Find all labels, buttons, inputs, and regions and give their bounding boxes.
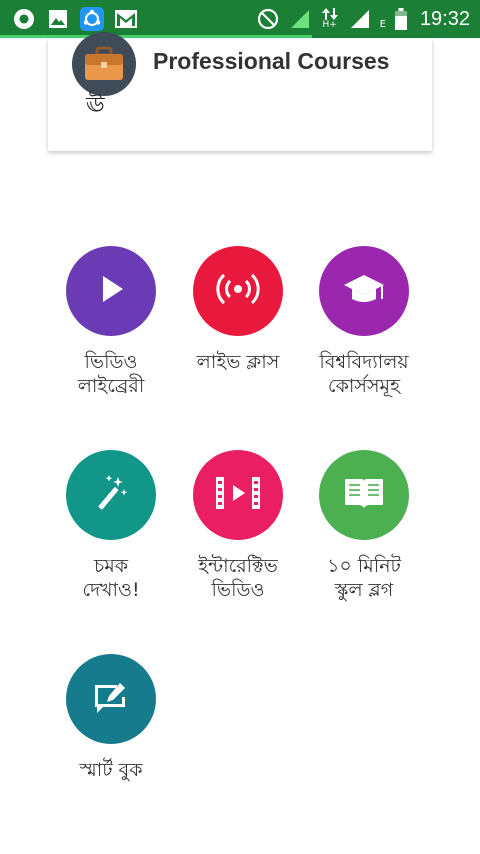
data-arrows-icon: H+ xyxy=(320,7,340,31)
briefcase-icon xyxy=(72,32,136,96)
tile-circle[interactable] xyxy=(193,246,283,336)
network-type-label: E xyxy=(379,18,386,30)
tile-label: স্মার্ট বুক xyxy=(79,759,143,781)
tile-university-courses[interactable]: বিশ্ববিদ্যালয় কোর্সসমূহ xyxy=(299,246,429,398)
tile-chomok-dekhao[interactable]: চমক দেখাও! xyxy=(46,450,176,602)
tile-label: ১০ মিনিট স্কুল ব্লগ xyxy=(327,555,401,601)
tile-circle[interactable] xyxy=(66,654,156,744)
open-book-icon xyxy=(342,475,386,515)
tile-circle[interactable] xyxy=(319,246,409,336)
gmail-icon xyxy=(114,7,138,31)
tile-label: ইন্টারেক্টিভ ভিডিও xyxy=(198,555,278,601)
tile-label: লাইভ ক্লাস xyxy=(196,351,280,373)
tile-circle[interactable] xyxy=(319,450,409,540)
live-broadcast-icon xyxy=(214,271,262,311)
gallery-icon xyxy=(46,7,70,31)
tile-label: চমক দেখাও! xyxy=(82,555,140,601)
card-glyph: ঊ xyxy=(86,93,105,118)
status-bar: H+ E 19:32 xyxy=(0,0,480,38)
interactive-video-icon xyxy=(214,475,262,515)
magic-wand-icon xyxy=(91,473,131,517)
professional-courses-card[interactable]: ঊ Professional Courses xyxy=(48,32,432,151)
record-icon xyxy=(12,7,36,31)
tile-smart-book[interactable]: স্মার্ট বুক xyxy=(46,654,176,782)
tile-label: বিশ্ববিদ্যালয় কোর্সসমূহ xyxy=(319,351,409,397)
battery-icon xyxy=(394,7,408,31)
tile-label: ভিডিও লাইব্রেরী xyxy=(77,351,145,397)
no-disturb-icon xyxy=(256,7,280,31)
tile-circle[interactable] xyxy=(66,450,156,540)
signal-icon-2 xyxy=(348,7,372,31)
signal-icon xyxy=(288,7,312,31)
play-icon xyxy=(93,271,129,311)
tile-interactive-video[interactable]: ইন্টারেক্টিভ ভিডিও xyxy=(173,450,303,602)
edit-note-icon xyxy=(91,679,131,719)
tile-video-library[interactable]: ভিডিও লাইব্রেরী xyxy=(46,246,176,398)
tile-circle[interactable] xyxy=(193,450,283,540)
tile-circle[interactable] xyxy=(66,246,156,336)
card-title: Professional Courses xyxy=(153,48,390,74)
sync-icon xyxy=(80,7,104,31)
tile-live-class[interactable]: লাইভ ক্লাস xyxy=(173,246,303,374)
tile-10-minute-school-blog[interactable]: ১০ মিনিট স্কুল ব্লগ xyxy=(299,450,429,602)
graduation-cap-icon xyxy=(342,271,386,311)
clock: 19:32 xyxy=(419,7,470,30)
